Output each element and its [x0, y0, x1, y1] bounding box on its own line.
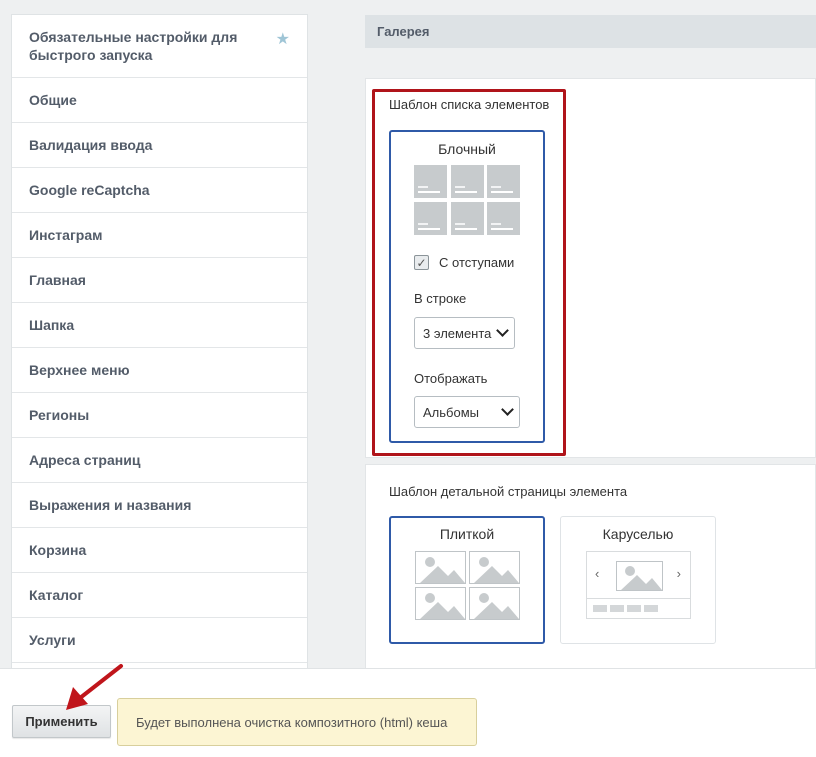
chevron-right-icon: › [676, 566, 681, 581]
sidebar-item-label: Google reCaptcha [29, 182, 150, 198]
sidebar-item-label: Услуги [29, 632, 76, 648]
sidebar-item-label: Шапка [29, 317, 75, 333]
sidebar-item-cart[interactable]: Корзина [12, 528, 307, 573]
sidebar-item-general[interactable]: Общие [12, 78, 307, 123]
sidebar-item-page-urls[interactable]: Адреса страниц [12, 438, 307, 483]
sidebar-item-input-validation[interactable]: Валидация ввода [12, 123, 307, 168]
sidebar-item-phrases[interactable]: Выражения и названия [12, 483, 307, 528]
sidebar-item-label: Верхнее меню [29, 362, 130, 378]
sidebar-item-label: Выражения и названия [29, 497, 192, 513]
sidebar-item-catalog[interactable]: Каталог [12, 573, 307, 618]
sidebar-item-services[interactable]: Услуги [12, 618, 307, 663]
sidebar-item-label: Инстаграм [29, 227, 103, 243]
sidebar-item-label: Корзина [29, 542, 87, 558]
sidebar-item-label: Адреса страниц [29, 452, 141, 468]
detail-template-label: Шаблон детальной страницы элемента [389, 484, 628, 499]
sidebar-item-recaptcha[interactable]: Google reCaptcha [12, 168, 307, 213]
cache-notice: Будет выполнена очистка композитного (ht… [117, 698, 477, 746]
option-title: Каруселью [602, 526, 674, 542]
apply-button[interactable]: Применить [12, 705, 111, 738]
highlight-frame [372, 89, 566, 456]
sidebar-item-label: Каталог [29, 587, 84, 603]
settings-canvas: Обязательные настройки для быстрого запу… [0, 0, 816, 668]
section-header: Галерея [365, 15, 816, 48]
settings-sidebar: Обязательные настройки для быстрого запу… [11, 14, 308, 668]
sidebar-item-label: Общие [29, 92, 77, 108]
star-icon: ★ [275, 31, 290, 48]
chevron-left-icon: ‹ [595, 566, 600, 581]
sidebar-item-top-menu[interactable]: Верхнее меню [12, 348, 307, 393]
sidebar-item-label: Главная [29, 272, 86, 288]
sidebar-item-label: Валидация ввода [29, 137, 153, 153]
sidebar-item-instagram[interactable]: Инстаграм [12, 213, 307, 258]
option-title: Плиткой [439, 526, 495, 542]
section-title: Галерея [377, 24, 430, 39]
cache-notice-text: Будет выполнена очистка композитного (ht… [136, 714, 448, 730]
sidebar-item-label: Обязательные настройки для быстрого запу… [29, 29, 238, 63]
carousel-preview-icon: ‹ › [586, 551, 691, 619]
sidebar-item-main[interactable]: Главная [12, 258, 307, 303]
sidebar-item-regions[interactable]: Регионы [12, 393, 307, 438]
detail-option-tiles[interactable]: Плиткой [389, 516, 545, 644]
sidebar-item-quick-start[interactable]: Обязательные настройки для быстрого запу… [12, 15, 307, 78]
sidebar-item-header[interactable]: Шапка [12, 303, 307, 348]
sidebar-item-label: Регионы [29, 407, 90, 423]
